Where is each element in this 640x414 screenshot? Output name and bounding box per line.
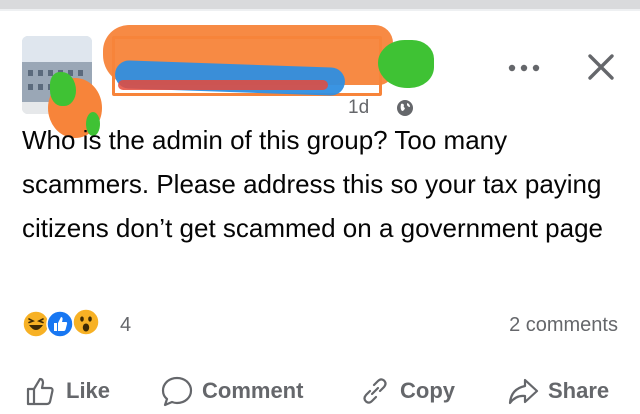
comments-count-link[interactable]: 2 comments [509, 312, 618, 338]
like-button[interactable]: Like [24, 372, 110, 410]
like-icon [46, 310, 74, 338]
comment-label: Comment [202, 378, 304, 403]
copy-label: Copy [400, 378, 455, 403]
top-divider [0, 0, 640, 9]
post-text: Who is the admin of this group? Too many… [22, 125, 604, 243]
globe-icon [397, 100, 413, 116]
top-divider-shadow [0, 9, 640, 11]
comment-bubble-icon [161, 376, 193, 407]
copy-button[interactable]: Copy [358, 372, 455, 410]
share-label: Share [548, 378, 610, 403]
like-label: Like [66, 378, 111, 403]
reaction-count[interactable]: 4 [120, 312, 131, 338]
comment-button[interactable]: Comment [160, 372, 303, 410]
post-header: 1d [0, 20, 640, 138]
link-icon [363, 378, 387, 404]
redaction-scribble-red [118, 80, 328, 90]
thumbs-up-icon [26, 377, 54, 406]
share-arrow-icon [508, 378, 539, 405]
share-button[interactable]: Share [506, 372, 609, 410]
close-button[interactable] [584, 50, 618, 84]
post-timestamp[interactable]: 1d [345, 97, 373, 119]
wow-icon [72, 308, 100, 336]
more-options-button[interactable] [504, 56, 544, 80]
redaction-scribble-green [50, 72, 76, 106]
post-action-bar: Like Comment Copy Share [0, 372, 640, 410]
redaction-scribble-green [378, 40, 434, 88]
